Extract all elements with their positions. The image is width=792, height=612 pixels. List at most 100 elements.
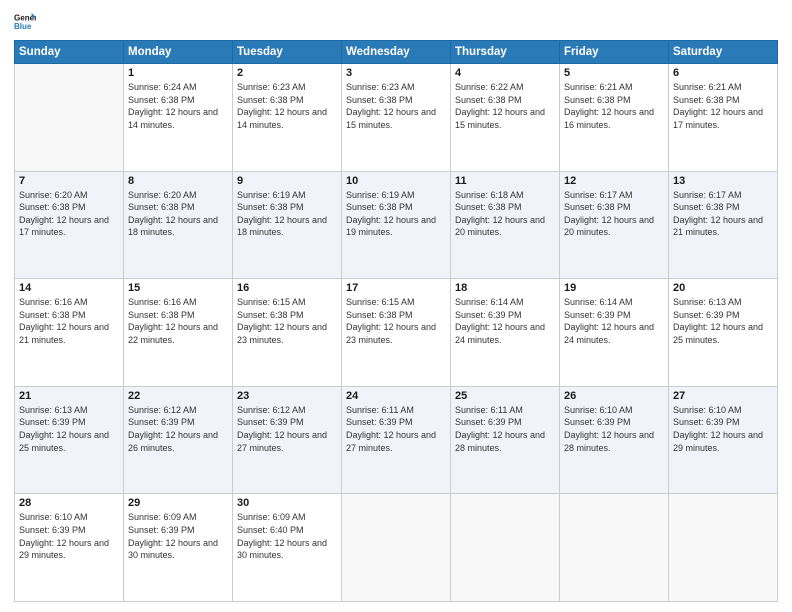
day-info: Sunrise: 6:12 AMSunset: 6:39 PMDaylight:… — [237, 404, 337, 454]
day-info: Sunrise: 6:10 AMSunset: 6:39 PMDaylight:… — [19, 511, 119, 561]
day-number: 20 — [673, 282, 773, 294]
day-number: 30 — [237, 497, 337, 509]
day-number: 2 — [237, 67, 337, 79]
day-info: Sunrise: 6:11 AMSunset: 6:39 PMDaylight:… — [455, 404, 555, 454]
calendar-cell: 13 Sunrise: 6:17 AMSunset: 6:38 PMDayligh… — [669, 171, 778, 279]
day-info: Sunrise: 6:13 AMSunset: 6:39 PMDaylight:… — [673, 296, 773, 346]
calendar-cell: 17 Sunrise: 6:15 AMSunset: 6:38 PMDayligh… — [342, 279, 451, 387]
calendar-cell: 16 Sunrise: 6:15 AMSunset: 6:38 PMDayligh… — [233, 279, 342, 387]
col-header-sunday: Sunday — [15, 41, 124, 64]
calendar-cell: 11Sunrise: 6:18 AMSunset: 6:38 PMDayligh… — [451, 171, 560, 279]
day-info: Sunrise: 6:14 AMSunset: 6:39 PMDaylight:… — [455, 296, 555, 346]
calendar-cell: 23 Sunrise: 6:12 AMSunset: 6:39 PMDayligh… — [233, 386, 342, 494]
day-number: 9 — [237, 175, 337, 187]
calendar-cell — [560, 494, 669, 602]
calendar-cell: 19 Sunrise: 6:14 AMSunset: 6:39 PMDayligh… — [560, 279, 669, 387]
day-info: Sunrise: 6:24 AMSunset: 6:38 PMDaylight:… — [128, 81, 228, 131]
calendar-cell: 9 Sunrise: 6:19 AMSunset: 6:38 PMDaylight… — [233, 171, 342, 279]
day-number: 13 — [673, 175, 773, 187]
calendar-cell: 20 Sunrise: 6:13 AMSunset: 6:39 PMDayligh… — [669, 279, 778, 387]
day-info: Sunrise: 6:20 AMSunset: 6:38 PMDaylight:… — [128, 189, 228, 239]
day-info: Sunrise: 6:16 AMSunset: 6:38 PMDaylight:… — [128, 296, 228, 346]
calendar-cell: 24 Sunrise: 6:11 AMSunset: 6:39 PMDayligh… — [342, 386, 451, 494]
day-info: Sunrise: 6:15 AMSunset: 6:38 PMDaylight:… — [346, 296, 446, 346]
day-number: 6 — [673, 67, 773, 79]
day-number: 24 — [346, 390, 446, 402]
calendar-cell: 22 Sunrise: 6:12 AMSunset: 6:39 PMDayligh… — [124, 386, 233, 494]
day-number: 23 — [237, 390, 337, 402]
calendar-cell: 28 Sunrise: 6:10 AMSunset: 6:39 PMDayligh… — [15, 494, 124, 602]
calendar-cell: 4Sunrise: 6:22 AMSunset: 6:38 PMDaylight… — [451, 64, 560, 172]
day-info: Sunrise: 6:09 AMSunset: 6:40 PMDaylight:… — [237, 511, 337, 561]
day-info: Sunrise: 6:09 AMSunset: 6:39 PMDaylight:… — [128, 511, 228, 561]
day-number: 19 — [564, 282, 664, 294]
day-number: 21 — [19, 390, 119, 402]
calendar-cell: 3Sunrise: 6:23 AMSunset: 6:38 PMDaylight… — [342, 64, 451, 172]
day-info: Sunrise: 6:17 AMSunset: 6:38 PMDaylight:… — [673, 189, 773, 239]
calendar-cell: 21 Sunrise: 6:13 AMSunset: 6:39 PMDayligh… — [15, 386, 124, 494]
calendar-cell: 10 Sunrise: 6:19 AMSunset: 6:38 PMDayligh… — [342, 171, 451, 279]
day-info: Sunrise: 6:10 AMSunset: 6:39 PMDaylight:… — [673, 404, 773, 454]
calendar-cell: 27 Sunrise: 6:10 AMSunset: 6:39 PMDayligh… — [669, 386, 778, 494]
col-header-saturday: Saturday — [669, 41, 778, 64]
day-number: 15 — [128, 282, 228, 294]
day-number: 4 — [455, 67, 555, 79]
calendar-table: SundayMondayTuesdayWednesdayThursdayFrid… — [14, 40, 778, 602]
day-number: 17 — [346, 282, 446, 294]
calendar-cell: 12 Sunrise: 6:17 AMSunset: 6:38 PMDayligh… — [560, 171, 669, 279]
col-header-friday: Friday — [560, 41, 669, 64]
col-header-monday: Monday — [124, 41, 233, 64]
day-number: 26 — [564, 390, 664, 402]
calendar-cell: 6Sunrise: 6:21 AMSunset: 6:38 PMDaylight… — [669, 64, 778, 172]
day-number: 14 — [19, 282, 119, 294]
day-number: 1 — [128, 67, 228, 79]
calendar-cell: 26 Sunrise: 6:10 AMSunset: 6:39 PMDayligh… — [560, 386, 669, 494]
day-number: 5 — [564, 67, 664, 79]
calendar-cell: 7 Sunrise: 6:20 AMSunset: 6:38 PMDaylight… — [15, 171, 124, 279]
day-info: Sunrise: 6:10 AMSunset: 6:39 PMDaylight:… — [564, 404, 664, 454]
calendar-cell — [451, 494, 560, 602]
day-number: 12 — [564, 175, 664, 187]
calendar-cell: 2 Sunrise: 6:23 AMSunset: 6:38 PMDaylight… — [233, 64, 342, 172]
page: General Blue SundayMondayTuesdayWednesda… — [0, 0, 792, 612]
day-info: Sunrise: 6:12 AMSunset: 6:39 PMDaylight:… — [128, 404, 228, 454]
calendar-cell: 8 Sunrise: 6:20 AMSunset: 6:38 PMDaylight… — [124, 171, 233, 279]
day-info: Sunrise: 6:21 AMSunset: 6:38 PMDaylight:… — [564, 81, 664, 131]
day-info: Sunrise: 6:14 AMSunset: 6:39 PMDaylight:… — [564, 296, 664, 346]
header: General Blue — [14, 10, 778, 32]
day-number: 22 — [128, 390, 228, 402]
day-info: Sunrise: 6:20 AMSunset: 6:38 PMDaylight:… — [19, 189, 119, 239]
calendar-cell: 18 Sunrise: 6:14 AMSunset: 6:39 PMDayligh… — [451, 279, 560, 387]
day-number: 8 — [128, 175, 228, 187]
day-number: 25 — [455, 390, 555, 402]
day-info: Sunrise: 6:11 AMSunset: 6:39 PMDaylight:… — [346, 404, 446, 454]
day-info: Sunrise: 6:19 AMSunset: 6:38 PMDaylight:… — [346, 189, 446, 239]
day-number: 7 — [19, 175, 119, 187]
calendar-cell — [342, 494, 451, 602]
day-info: Sunrise: 6:16 AMSunset: 6:38 PMDaylight:… — [19, 296, 119, 346]
day-info: Sunrise: 6:23 AMSunset: 6:38 PMDaylight:… — [237, 81, 337, 131]
day-number: 10 — [346, 175, 446, 187]
day-number: 16 — [237, 282, 337, 294]
col-header-wednesday: Wednesday — [342, 41, 451, 64]
day-info: Sunrise: 6:13 AMSunset: 6:39 PMDaylight:… — [19, 404, 119, 454]
day-info: Sunrise: 6:23 AMSunset: 6:38 PMDaylight:… — [346, 81, 446, 131]
calendar-cell: 30 Sunrise: 6:09 AMSunset: 6:40 PMDayligh… — [233, 494, 342, 602]
calendar-cell: 1 Sunrise: 6:24 AMSunset: 6:38 PMDaylight… — [124, 64, 233, 172]
day-number: 27 — [673, 390, 773, 402]
calendar-cell: 29Sunrise: 6:09 AMSunset: 6:39 PMDayligh… — [124, 494, 233, 602]
day-info: Sunrise: 6:19 AMSunset: 6:38 PMDaylight:… — [237, 189, 337, 239]
calendar-cell — [669, 494, 778, 602]
col-header-thursday: Thursday — [451, 41, 560, 64]
day-number: 18 — [455, 282, 555, 294]
calendar-cell: 5 Sunrise: 6:21 AMSunset: 6:38 PMDaylight… — [560, 64, 669, 172]
day-info: Sunrise: 6:17 AMSunset: 6:38 PMDaylight:… — [564, 189, 664, 239]
svg-text:Blue: Blue — [14, 22, 32, 31]
calendar-cell: 15 Sunrise: 6:16 AMSunset: 6:38 PMDayligh… — [124, 279, 233, 387]
calendar-cell: 14 Sunrise: 6:16 AMSunset: 6:38 PMDayligh… — [15, 279, 124, 387]
day-number: 28 — [19, 497, 119, 509]
col-header-tuesday: Tuesday — [233, 41, 342, 64]
day-info: Sunrise: 6:15 AMSunset: 6:38 PMDaylight:… — [237, 296, 337, 346]
calendar-cell: 25 Sunrise: 6:11 AMSunset: 6:39 PMDayligh… — [451, 386, 560, 494]
day-number: 11 — [455, 175, 555, 187]
